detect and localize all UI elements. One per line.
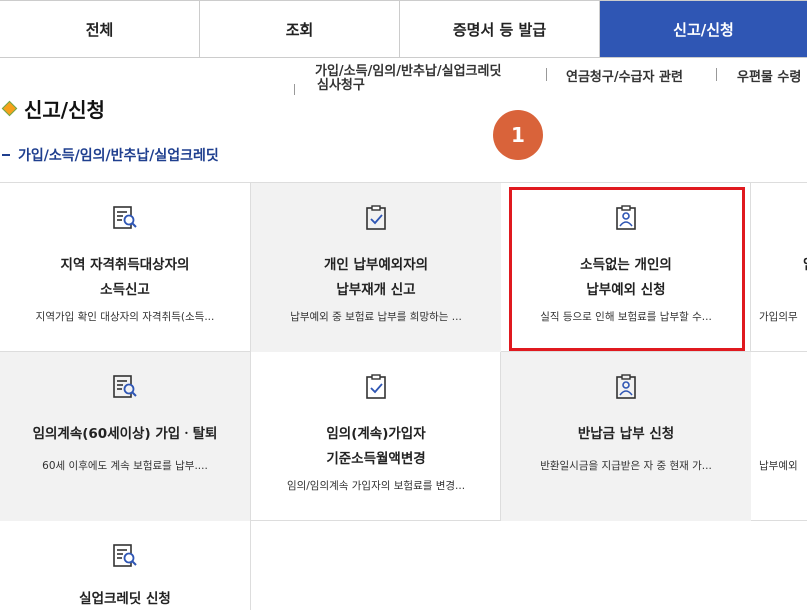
card-description: 납부예외	[759, 460, 798, 472]
diamond-bullet-icon	[1, 100, 18, 117]
card-title: 반납금 납부 신청	[577, 426, 675, 442]
service-card-regional-income-report[interactable]: 지역 자격취득대상자의 소득신고 지역가입 확인 대상자의 자격취득(소득...	[0, 183, 250, 352]
subnav-separator	[294, 84, 295, 95]
clipboard-check-icon	[366, 205, 386, 230]
subnav-item-mail[interactable]: 우편물 수령	[737, 66, 801, 85]
service-card-standard-income-change[interactable]: 임의(계속)가입자 기준소득월액변경 임의/임의계속 가입자의 보험료를 변경..…	[251, 352, 501, 521]
step-badge: 1	[493, 110, 543, 160]
card-description: 반환일시금을 지급받은 자 중 현재 가...	[540, 460, 712, 472]
card-title: 지역 자격취득대상자의 소득신고	[60, 257, 190, 298]
document-search-icon	[113, 375, 137, 398]
subnav-item-appeal[interactable]: 심사청구	[317, 79, 365, 92]
card-title: 임의(계속)가입자 기준소득월액변경	[326, 426, 426, 467]
tab-all[interactable]: 전체	[0, 1, 200, 57]
tab-report-apply[interactable]: 신고/신청	[600, 1, 807, 57]
card-title: 실업크레딧 신청	[79, 591, 171, 607]
subnav-separator	[716, 68, 717, 81]
dash-bullet-icon	[2, 154, 10, 156]
service-card-payment-resume[interactable]: 개인 납부예외자의 납부재개 신고 납부예외 중 보험료 납부를 희망하는 ...	[251, 183, 501, 352]
card-description: 60세 이후에도 계속 보험료를 납부....	[42, 460, 208, 472]
document-search-icon	[113, 544, 137, 567]
section-title: 가입/소득/임의/반추납/실업크레딧	[0, 145, 219, 165]
card-title: 임	[803, 253, 807, 278]
highlight-box	[509, 187, 745, 351]
card-description: 납부예외 중 보험료 납부를 희망하는 ...	[290, 311, 462, 323]
page-title: 신고/신청	[0, 94, 105, 123]
service-card-partial[interactable]: 납부예외	[751, 352, 807, 521]
service-card-unemployment-credit[interactable]: 실업크레딧 신청	[0, 521, 250, 610]
service-card-partial[interactable]: 임 가입의무	[751, 183, 807, 352]
card-description: 지역가입 확인 대상자의 자격취득(소득...	[35, 311, 215, 323]
clipboard-person-icon	[616, 374, 636, 399]
service-card-refund-payment[interactable]: 반납금 납부 신청 반환일시금을 지급받은 자 중 현재 가...	[501, 352, 751, 521]
category-tabs: 전체 조회 증명서 등 발급 신고/신청	[0, 0, 807, 58]
service-card-voluntary-continued[interactable]: 임의계속(60세이상) 가입ㆍ탈퇴 60세 이후에도 계속 보험료를 납부...…	[0, 352, 250, 521]
card-title: 개인 납부예외자의 납부재개 신고	[323, 257, 429, 298]
subnav-item-enrollment-label: 가입/소득/임의/반추납/실업크레딧	[315, 64, 502, 79]
section-title-text: 가입/소득/임의/반추납/실업크레딧	[18, 148, 219, 164]
tab-certificate-issue[interactable]: 증명서 등 발급	[400, 1, 600, 57]
clipboard-check-icon	[366, 374, 386, 399]
card-title: 임의계속(60세이상) 가입ㆍ탈퇴	[32, 426, 218, 442]
page-title-text: 신고/신청	[24, 98, 105, 122]
subnav-item-pension-claim[interactable]: 연금청구/수급자 관련	[566, 66, 683, 85]
tab-inquiry[interactable]: 조회	[200, 1, 400, 57]
subnav-separator	[546, 68, 547, 81]
subnav-item-enrollment[interactable]: 가입/소득/임의/반추납/실업크레딧	[315, 64, 502, 79]
document-search-icon	[113, 206, 137, 229]
card-description: 임의/임의계속 가입자의 보험료를 변경...	[286, 480, 466, 492]
card-description: 가입의무	[759, 311, 798, 323]
